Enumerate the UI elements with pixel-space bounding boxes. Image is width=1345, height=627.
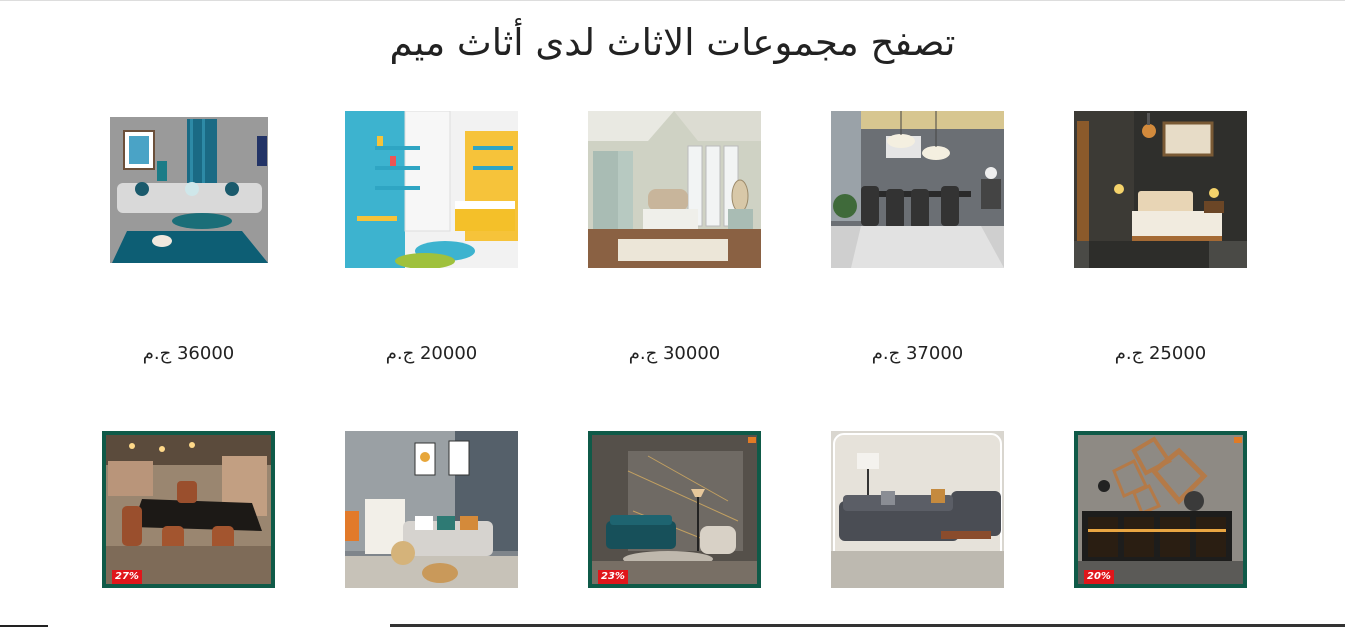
collection-price: 30000 ج.م: [628, 343, 721, 364]
discount-badge: 20%: [1084, 570, 1114, 584]
page-title: تصفح مجموعات الاثاث لدى أثاث ميم: [389, 21, 956, 64]
dining-set-image[interactable]: 27%: [102, 431, 275, 588]
corner-sofa-image[interactable]: [831, 431, 1004, 588]
collection-card: [345, 431, 518, 588]
collection-card: 23%: [588, 431, 761, 588]
mirror-console-image[interactable]: 20%: [1074, 431, 1247, 588]
collections-page: تصفح مجموعات الاثاث لدى أثاث ميم 25000 ج…: [0, 0, 1345, 627]
collection-card: 27%: [102, 431, 275, 588]
grey-living-room-image[interactable]: [345, 431, 518, 588]
collection-card: [831, 431, 1004, 588]
collection-price: 36000 ج.م: [142, 343, 235, 364]
dining-room-image[interactable]: [831, 111, 1004, 268]
teal-living-room-image[interactable]: [102, 111, 275, 268]
collection-card: 25000 ج.م: [1074, 111, 1247, 364]
kids-room-image[interactable]: [345, 111, 518, 268]
bedroom-lamp-image[interactable]: [1074, 111, 1247, 268]
collection-card: 20%: [1074, 431, 1247, 588]
collection-card: 20000 ج.م: [345, 111, 518, 364]
teal-sofa-image[interactable]: 23%: [588, 431, 761, 588]
collection-card: 30000 ج.م: [588, 111, 761, 364]
collection-card: 36000 ج.م: [102, 111, 275, 364]
discount-badge: 23%: [598, 570, 628, 584]
collection-price: 25000 ج.م: [1114, 343, 1207, 364]
collection-card: 37000 ج.م: [831, 111, 1004, 364]
mint-bedroom-image[interactable]: [588, 111, 761, 268]
collection-price: 37000 ج.م: [871, 343, 964, 364]
discount-badge: 27%: [112, 570, 142, 584]
collection-price: 20000 ج.م: [385, 343, 478, 364]
bottom-divider: [0, 624, 1345, 627]
